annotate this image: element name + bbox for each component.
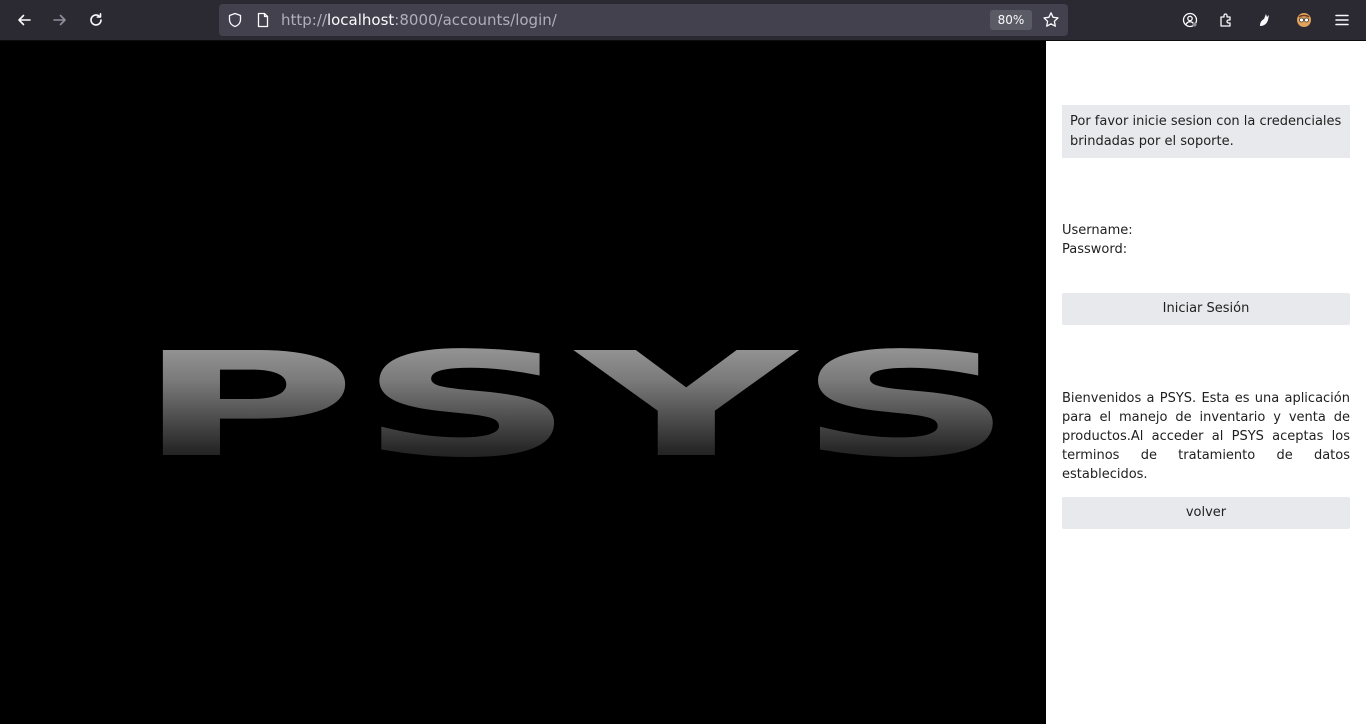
login-panel: Por favor inicie sesion con la credencia… [1046, 41, 1366, 724]
extension-avatar-button[interactable] [1290, 6, 1318, 34]
back-button[interactable] [10, 6, 38, 34]
account-button[interactable] [1176, 6, 1204, 34]
account-icon [1182, 12, 1198, 28]
psys-logo: PSYS [135, 322, 1015, 490]
back-link-button[interactable]: volver [1062, 497, 1350, 529]
shield-icon[interactable] [227, 12, 243, 28]
extensions-icon [1220, 13, 1231, 27]
hero-banner: PSYS [0, 41, 1046, 724]
extension-paw-icon [1260, 14, 1269, 26]
browser-toolbar: http://localhost:8000/accounts/login/ 80… [0, 0, 1366, 41]
url-path: :8000/accounts/login/ [394, 11, 557, 29]
extension-avatar-icon [1297, 13, 1311, 27]
password-label: Password: [1062, 242, 1128, 257]
reload-icon [90, 13, 102, 26]
url-prefix: http:// [281, 11, 327, 29]
menu-button[interactable] [1328, 6, 1356, 34]
url-host: localhost [326, 11, 395, 29]
forward-icon [53, 14, 66, 26]
menu-icon [1335, 14, 1349, 26]
username-label: Username: [1062, 223, 1133, 238]
extension-paw-button[interactable] [1250, 6, 1278, 34]
login-button[interactable]: Iniciar Sesión [1062, 293, 1350, 325]
url-bar[interactable]: http://localhost:8000/accounts/login/ 80… [219, 4, 1068, 36]
zoom-badge[interactable]: 80% [990, 10, 1032, 30]
login-notice: Por favor inicie sesion con la credencia… [1062, 105, 1350, 158]
page-icon[interactable] [255, 12, 271, 28]
extensions-button[interactable] [1212, 6, 1240, 34]
reload-button[interactable] [82, 6, 110, 34]
star-icon[interactable] [1042, 11, 1060, 29]
welcome-text: Bienvenidos a PSYS. Esta es una aplicaci… [1062, 391, 1350, 482]
url-text[interactable]: http://localhost:8000/accounts/login/ [281, 10, 557, 30]
forward-button[interactable] [46, 6, 74, 34]
back-icon [18, 14, 31, 26]
logo-text: PSYS [135, 322, 1015, 490]
